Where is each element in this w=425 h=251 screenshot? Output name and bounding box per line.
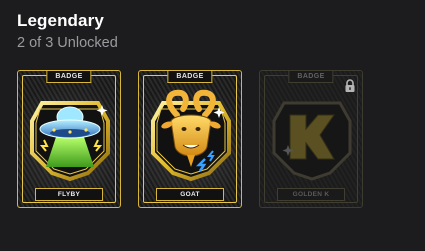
ufo-icon <box>30 101 110 182</box>
badge-name: GOAT <box>156 188 224 201</box>
legendary-badges-panel: Legendary 2 of 3 Unlocked BADGE FLYBY BA… <box>0 0 425 251</box>
badge-card-goat[interactable]: BADGE GOAT <box>138 70 242 208</box>
badge-tag: BADGE <box>167 71 213 83</box>
lock-icon <box>345 79 355 92</box>
badge-tag: BADGE <box>288 71 334 83</box>
golden-k-icon <box>272 101 352 181</box>
badge-name: FLYBY <box>35 188 103 201</box>
unlock-progress: 2 of 3 Unlocked <box>17 35 118 51</box>
badge-card-flyby[interactable]: BADGE FLYBY <box>17 70 121 208</box>
badge-name: GOLDEN K <box>277 188 345 201</box>
section-title: Legendary <box>17 11 104 30</box>
badge-card-golden-k[interactable]: BADGE GOLDEN K <box>259 70 363 208</box>
goat-icon <box>151 89 231 182</box>
badge-tag: BADGE <box>46 71 92 83</box>
